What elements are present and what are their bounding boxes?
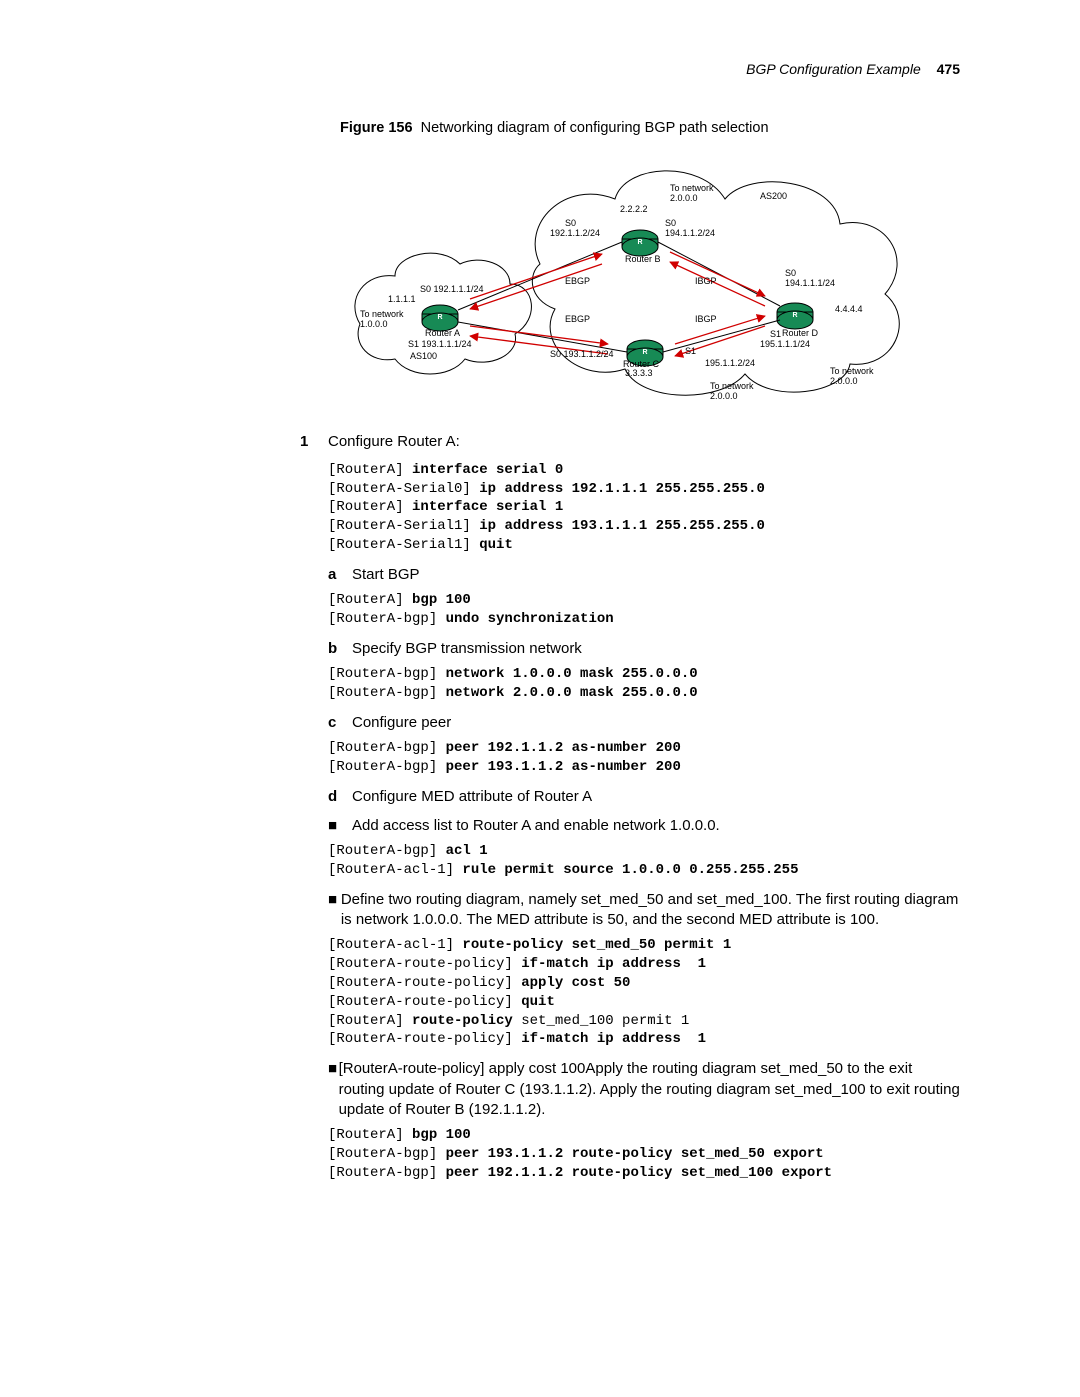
step-1d-bullet3-text: [RouterA-route-policy] apply cost 100App… xyxy=(339,1059,960,1120)
step-1a: a Start BGP xyxy=(328,565,960,585)
label-ibgp2: IBGP xyxy=(695,314,717,324)
running-header: BGP Configuration Example 475 xyxy=(120,60,960,79)
label-ipB: 2.2.2.2 xyxy=(620,204,648,214)
svg-text:2.0.0.0: 2.0.0.0 xyxy=(710,391,738,401)
step-1c: c Configure peer xyxy=(328,713,960,733)
svg-text:To network: To network xyxy=(710,381,754,391)
svg-text:R: R xyxy=(637,239,642,246)
svg-text:194.1.1.1/24: 194.1.1.1/24 xyxy=(785,278,835,288)
label-routerC: Router C xyxy=(623,359,660,369)
page: BGP Configuration Example 475 Figure 156… xyxy=(0,0,1080,1397)
step-1b-code: [RouterA-bgp] network 1.0.0.0 mask 255.0… xyxy=(328,665,960,703)
svg-text:192.1.1.2/24: 192.1.1.2/24 xyxy=(550,228,600,238)
label-as200: AS200 xyxy=(760,191,787,201)
step-1d-bullet2: ■ Define two routing diagram, namely set… xyxy=(328,890,960,931)
svg-text:2.0.0.0: 2.0.0.0 xyxy=(830,376,858,386)
step-1a-code: [RouterA] bgp 100 [RouterA-bgp] undo syn… xyxy=(328,591,960,629)
label-ebgp2: EBGP xyxy=(565,314,590,324)
figure-caption: Figure 156 Networking diagram of configu… xyxy=(340,119,960,139)
step-1-text: Configure Router A: xyxy=(328,432,460,452)
step-1: 1 Configure Router A: xyxy=(300,432,960,452)
step-1c-code: [RouterA-bgp] peer 192.1.1.2 as-number 2… xyxy=(328,739,960,777)
figure-caption-text: Networking diagram of configuring BGP pa… xyxy=(421,120,769,136)
svg-text:S0 193.1.1.2/24: S0 193.1.1.2/24 xyxy=(550,349,614,359)
svg-text:195.1.1.2/24: 195.1.1.2/24 xyxy=(705,358,755,368)
svg-text:195.1.1.1/24: 195.1.1.1/24 xyxy=(760,339,810,349)
svg-text:R: R xyxy=(437,314,442,321)
step-1a-text: Start BGP xyxy=(352,565,420,585)
step-1d-text: Configure MED attribute of Router A xyxy=(352,787,592,807)
figure-label: Figure 156 xyxy=(340,120,413,136)
step-1a-marker: a xyxy=(328,565,352,585)
svg-text:R: R xyxy=(792,312,797,319)
section-title: BGP Configuration Example xyxy=(746,61,921,77)
label-routerB: Router B xyxy=(625,254,661,264)
label-as100: AS100 xyxy=(410,351,437,361)
step-1b-text: Specify BGP transmission network xyxy=(352,639,582,659)
label-s0A: S0 192.1.1.1/24 xyxy=(420,284,484,294)
step-1b: b Specify BGP transmission network xyxy=(328,639,960,659)
label-routerA: Router A xyxy=(425,328,460,338)
label-s1A: S1 193.1.1.1/24 xyxy=(408,339,472,349)
step-1b-marker: b xyxy=(328,639,352,659)
svg-text:To network: To network xyxy=(830,366,874,376)
svg-text:S0: S0 xyxy=(665,218,676,228)
svg-text:S0: S0 xyxy=(565,218,576,228)
label-ipA: 1.1.1.1 xyxy=(388,294,416,304)
router-b-icon: R xyxy=(622,230,658,256)
svg-text:S0: S0 xyxy=(785,268,796,278)
step-1d-bullet2-code: [RouterA-acl-1] route-policy set_med_50 … xyxy=(328,936,960,1049)
step-1d-marker: d xyxy=(328,787,352,807)
step-1-code: [RouterA] interface serial 0 [RouterA-Se… xyxy=(328,461,960,555)
router-d-icon: R xyxy=(777,303,813,329)
label-ipC: 3.3.3.3 xyxy=(625,368,653,378)
svg-text:1.0.0.0: 1.0.0.0 xyxy=(360,319,388,329)
content-body: 1 Configure Router A: [RouterA] interfac… xyxy=(300,432,960,1182)
svg-text:To network: To network xyxy=(360,309,404,319)
label-ibgp1: IBGP xyxy=(695,276,717,286)
network-diagram: R R R R xyxy=(340,144,910,414)
bullet-icon: ■ xyxy=(328,1059,339,1120)
bullet-icon: ■ xyxy=(328,816,352,836)
step-1-marker: 1 xyxy=(300,432,328,452)
label-ipD: 4.4.4.4 xyxy=(835,304,863,314)
step-1d-bullet1-text: Add access list to Router A and enable n… xyxy=(352,816,720,836)
step-1d-bullet1-code: [RouterA-bgp] acl 1 [RouterA-acl-1] rule… xyxy=(328,842,960,880)
step-1c-marker: c xyxy=(328,713,352,733)
label-ebgp1: EBGP xyxy=(565,276,590,286)
svg-text:To network: To network xyxy=(670,183,714,193)
svg-text:S1: S1 xyxy=(770,329,781,339)
page-number: 475 xyxy=(937,61,960,77)
step-1d-bullet2-text: Define two routing diagram, namely set_m… xyxy=(341,890,960,931)
step-1d-bullet1: ■ Add access list to Router A and enable… xyxy=(328,816,960,836)
step-1d-bullet3: ■ [RouterA-route-policy] apply cost 100A… xyxy=(328,1059,960,1120)
step-1c-text: Configure peer xyxy=(352,713,451,733)
step-1d-bullet3-code: [RouterA] bgp 100 [RouterA-bgp] peer 193… xyxy=(328,1126,960,1183)
step-1d: d Configure MED attribute of Router A xyxy=(328,787,960,807)
bullet-icon: ■ xyxy=(328,890,341,931)
svg-text:2.0.0.0: 2.0.0.0 xyxy=(670,193,698,203)
svg-text:194.1.1.2/24: 194.1.1.2/24 xyxy=(665,228,715,238)
svg-text:R: R xyxy=(642,349,647,356)
label-routerD: Router D xyxy=(782,328,819,338)
svg-text:S1: S1 xyxy=(685,346,696,356)
